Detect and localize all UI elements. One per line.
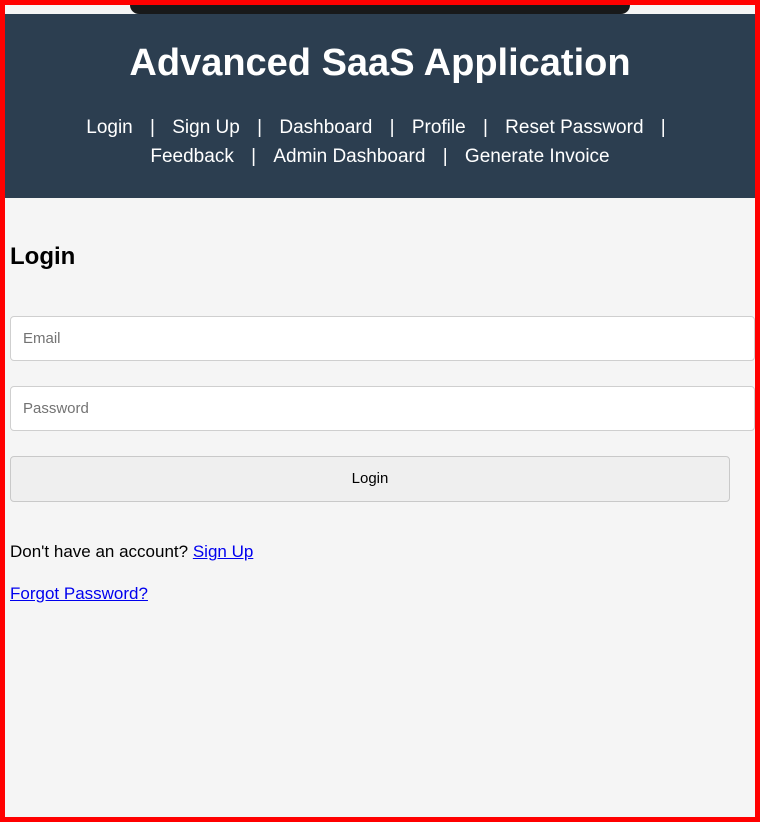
password-field[interactable] (10, 386, 755, 431)
nav-feedback[interactable]: Feedback (148, 146, 235, 167)
signup-link[interactable]: Sign Up (193, 542, 253, 561)
nav-dashboard[interactable]: Dashboard (277, 117, 374, 138)
email-field[interactable] (10, 316, 755, 361)
nav-admin-dashboard[interactable]: Admin Dashboard (271, 146, 427, 167)
window-top-bar (130, 5, 630, 14)
app-header: Advanced SaaS Application Login | Sign U… (5, 14, 755, 198)
nav-separator: | (241, 146, 266, 167)
nav-profile[interactable]: Profile (410, 117, 468, 138)
nav-separator: | (473, 117, 498, 138)
nav-login[interactable]: Login (84, 117, 135, 138)
no-account-text: Don't have an account? (10, 542, 193, 561)
nav-separator: | (140, 117, 165, 138)
nav-generate-invoice[interactable]: Generate Invoice (463, 146, 612, 167)
forgot-password-helper: Forgot Password? (10, 584, 755, 604)
nav-separator: | (247, 117, 272, 138)
nav-separator: | (433, 146, 458, 167)
page-title: Login (10, 243, 755, 271)
email-field-wrapper (10, 316, 755, 361)
nav-reset-password[interactable]: Reset Password (503, 117, 645, 138)
nav-separator: | (380, 117, 405, 138)
no-account-helper: Don't have an account? Sign Up (10, 542, 755, 562)
app-title: Advanced SaaS Application (15, 42, 745, 85)
password-field-wrapper (10, 386, 755, 431)
nav-signup[interactable]: Sign Up (170, 117, 242, 138)
main-nav: Login | Sign Up | Dashboard | Profile | … (15, 113, 745, 172)
forgot-password-link[interactable]: Forgot Password? (10, 584, 148, 603)
nav-separator: | (651, 117, 676, 138)
login-button[interactable]: Login (10, 456, 730, 502)
main-content: Login Login Don't have an account? Sign … (5, 243, 755, 604)
